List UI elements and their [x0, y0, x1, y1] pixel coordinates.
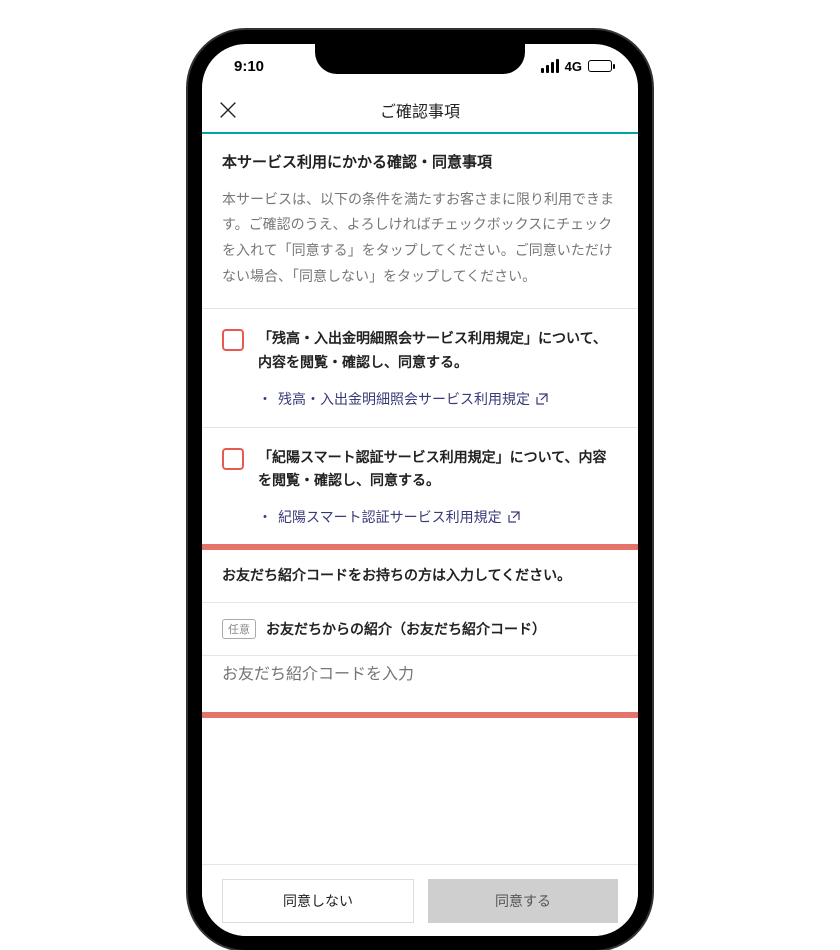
- referral-label: お友だちからの紹介（お友だち紹介コード）: [266, 619, 546, 639]
- terms-link-1[interactable]: 残高・入出金明細照会サービス利用規定: [278, 389, 530, 409]
- bullet-icon: ・: [258, 507, 272, 527]
- optional-badge: 任意: [222, 619, 256, 639]
- external-link-icon: [536, 393, 548, 405]
- agree-checkbox-2[interactable]: [222, 448, 244, 470]
- intro-body: 本サービスは、以下の条件を満たすお客さまに限り利用できます。ご確認のうえ、よろし…: [222, 187, 618, 291]
- page-title: ご確認事項: [202, 98, 638, 122]
- referral-section: お友だち紹介コードをお持ちの方は入力してください。 任意 お友だちからの紹介（お…: [202, 546, 638, 724]
- terms-link-2[interactable]: 紀陽スマート認証サービス利用規定: [278, 507, 502, 527]
- intro-heading: 本サービス利用にかかる確認・同意事項: [222, 152, 618, 175]
- battery-icon: [588, 60, 612, 72]
- intro-section: 本サービス利用にかかる確認・同意事項 本サービスは、以下の条件を満たすお客さまに…: [202, 134, 638, 309]
- agree-button[interactable]: 同意する: [428, 879, 618, 923]
- referral-heading: お友だち紹介コードをお持ちの方は入力してください。: [202, 546, 638, 603]
- agree-item-1: 「残高・入出金明細照会サービス利用規定」について、内容を閲覧・確認し、同意する。…: [202, 309, 638, 428]
- nav-bar: ご確認事項: [202, 88, 638, 134]
- content-scroll[interactable]: 本サービス利用にかかる確認・同意事項 本サービスは、以下の条件を満たすお客さまに…: [202, 134, 638, 864]
- phone-frame: 9:10 4G ご確認事項 本サービス利用にかかる確認・同意事項 本サービスは、…: [188, 30, 652, 950]
- phone-notch: [315, 44, 525, 74]
- footer-bar: 同意しない 同意する: [202, 864, 638, 936]
- signal-icon: [541, 59, 559, 73]
- external-link-icon: [508, 511, 520, 523]
- disagree-button[interactable]: 同意しない: [222, 879, 414, 923]
- close-button[interactable]: [216, 98, 240, 122]
- agree-text-1: 「残高・入出金明細照会サービス利用規定」について、内容を閲覧・確認し、同意する。: [258, 327, 618, 375]
- agree-checkbox-1[interactable]: [222, 329, 244, 351]
- agree-item-2: 「紀陽スマート認証サービス利用規定」について、内容を閲覧・確認し、同意する。 ・…: [202, 428, 638, 547]
- referral-code-input[interactable]: [222, 666, 618, 684]
- referral-field-row: 任意 お友だちからの紹介（お友だち紹介コード）: [202, 603, 638, 656]
- close-icon: [217, 99, 239, 121]
- network-label: 4G: [565, 59, 582, 74]
- agree-text-2: 「紀陽スマート認証サービス利用規定」について、内容を閲覧・確認し、同意する。: [258, 446, 618, 494]
- bullet-icon: ・: [258, 389, 272, 409]
- status-time: 9:10: [234, 58, 264, 75]
